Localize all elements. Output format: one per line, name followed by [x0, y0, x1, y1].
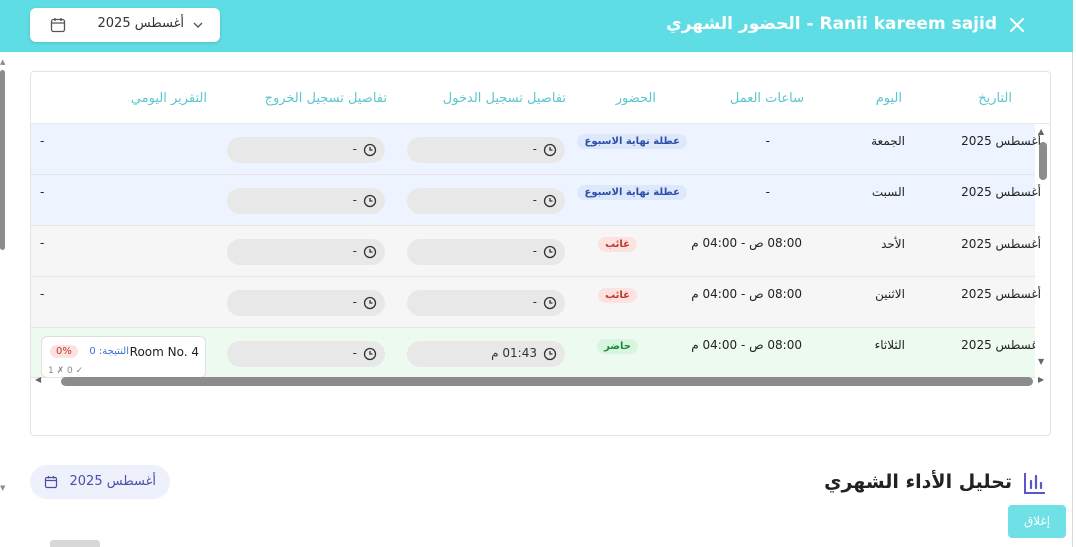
report-cell: -: [40, 287, 45, 301]
content-below-peek: [50, 540, 100, 547]
hours-cell: -: [765, 134, 770, 148]
modal-title: Ranii kareem sajid - الحضور الشهري: [666, 14, 997, 34]
checkout-value: -: [352, 193, 357, 207]
checkin-field[interactable]: -: [407, 290, 565, 316]
report-cell: -: [40, 185, 45, 199]
checkin-value: 01:43 م: [491, 346, 537, 360]
date-cell: أغسطس 2025: [961, 134, 1041, 148]
column-header-checkout: تفاصيل تسجيل الخروج: [264, 91, 387, 106]
column-header-status: الحضور: [615, 91, 656, 106]
attendance-table-card: التاريخ اليوم ساعات العمل الحضور تفاصيل …: [30, 71, 1051, 436]
clock-icon: [543, 245, 557, 259]
checkout-value: -: [352, 244, 357, 258]
day-cell: الثلاثاء: [874, 338, 905, 352]
checkout-field[interactable]: -: [227, 239, 385, 265]
clock-icon: [543, 194, 557, 208]
room-name: Room No. 4: [129, 345, 199, 359]
analysis-title: تحليل الأداء الشهري: [824, 471, 1012, 493]
status-badge: عطلة نهاية الاسبوع: [577, 134, 687, 149]
day-cell: الأحد: [881, 237, 905, 251]
hours-cell: 08:00 ص - 04:00 م: [691, 338, 802, 352]
checkin-value: -: [532, 295, 537, 309]
daily-report-card[interactable]: Room No. 4 النتيجة: 0 0% 1 ✗ 0 ✓: [41, 336, 206, 377]
clock-icon: [543, 143, 557, 157]
table-row: أغسطس 2025 الجمعة - عطلة نهاية الاسبوع -…: [31, 124, 1041, 175]
status-badge: عطلة نهاية الاسبوع: [577, 185, 687, 200]
table-header: التاريخ اليوم ساعات العمل الحضور تفاصيل …: [31, 72, 1050, 124]
clock-icon: [363, 143, 377, 157]
room-percent-badge: 0%: [50, 345, 78, 358]
calendar-icon: [50, 18, 66, 33]
table-row: أغسطس 2025 السبت - عطلة نهاية الاسبوع - …: [31, 175, 1041, 226]
report-cell: -: [40, 236, 45, 250]
clock-icon: [363, 245, 377, 259]
hours-cell: 08:00 ص - 04:00 م: [691, 287, 802, 301]
clock-icon: [543, 296, 557, 310]
clock-icon: [363, 296, 377, 310]
column-header-day: اليوم: [875, 91, 902, 106]
column-header-hours: ساعات العمل: [729, 91, 804, 106]
column-header-date: التاريخ: [978, 91, 1012, 106]
hours-cell: 08:00 ص - 04:00 م: [691, 236, 802, 250]
table-scroll-up-arrow[interactable]: ▲: [1038, 127, 1044, 136]
table-scroll-right-arrow[interactable]: ▶: [1038, 375, 1044, 384]
checkout-field[interactable]: -: [227, 290, 385, 316]
checkout-value: -: [352, 142, 357, 156]
day-cell: الجمعة: [871, 134, 905, 148]
close-button[interactable]: إغلاق: [1008, 505, 1066, 538]
room-result: النتيجة: 0: [89, 346, 129, 357]
column-header-checkin: تفاصيل تسجيل الدخول: [442, 91, 566, 106]
bar-chart-icon: [1024, 473, 1045, 494]
column-header-report: التقرير اليومي: [130, 91, 207, 106]
table-scroll-left-arrow[interactable]: ◀: [35, 375, 41, 384]
date-cell: أغسطس 2025: [961, 338, 1035, 352]
table-scroll-down-arrow[interactable]: ▼: [1038, 357, 1044, 366]
clock-icon: [363, 347, 377, 361]
attendance-modal: Ranii kareem sajid - الحضور الشهري أغسطس…: [0, 0, 1073, 547]
date-cell: أغسطس 2025: [961, 287, 1041, 301]
checkin-field[interactable]: -: [407, 188, 565, 214]
checkin-field[interactable]: 01:43 م: [407, 341, 565, 367]
checkin-value: -: [532, 193, 537, 207]
checkout-value: -: [352, 295, 357, 309]
close-icon-svg: [1010, 18, 1024, 32]
checkout-value: -: [352, 346, 357, 360]
day-cell: السبت: [871, 185, 905, 199]
room-answers-summary: 1 ✗ 0 ✓: [48, 366, 84, 376]
date-cell: أغسطس 2025: [961, 185, 1041, 199]
hours-cell: -: [765, 185, 770, 199]
close-icon[interactable]: [1005, 13, 1029, 37]
date-cell: أغسطس 2025: [961, 237, 1041, 251]
status-badge: غائب: [598, 237, 637, 252]
table-row: أغسطس 2025 الاثنين 08:00 ص - 04:00 م غائ…: [31, 277, 1041, 328]
checkout-field[interactable]: -: [227, 137, 385, 163]
month-picker[interactable]: أغسطس 2025: [30, 8, 220, 42]
checkin-value: -: [532, 142, 537, 156]
report-cell: -: [40, 134, 45, 148]
checkin-field[interactable]: -: [407, 239, 565, 265]
chevron-down-icon: [193, 22, 203, 28]
status-badge: حاضر: [597, 339, 638, 354]
calendar-icon: [44, 476, 58, 489]
clock-icon: [363, 194, 377, 208]
table-row: أغسطس 2025 الأحد 08:00 ص - 04:00 م غائب …: [31, 226, 1041, 277]
table-vertical-scrollbar-thumb[interactable]: [1039, 142, 1047, 180]
table-horizontal-scrollbar-thumb[interactable]: [61, 377, 1033, 386]
clock-icon: [543, 347, 557, 361]
table-row: أغسطس 2025 الثلاثاء 08:00 ص - 04:00 م حا…: [31, 328, 1035, 378]
modal-header: Ranii kareem sajid - الحضور الشهري أغسطس…: [0, 0, 1073, 52]
checkin-field[interactable]: -: [407, 137, 565, 163]
checkout-field[interactable]: -: [227, 341, 385, 367]
day-cell: الاثنين: [875, 287, 905, 301]
analysis-month-picker[interactable]: أغسطس 2025: [30, 465, 170, 499]
checkin-value: -: [532, 244, 537, 258]
month-picker-value: أغسطس 2025: [97, 16, 184, 31]
outer-scrollbar-thumb[interactable]: [0, 70, 5, 250]
outer-scroll-up-arrow[interactable]: ▲: [0, 58, 5, 66]
status-badge: غائب: [598, 288, 637, 303]
checkout-field[interactable]: -: [227, 188, 385, 214]
analysis-month-value: أغسطس 2025: [69, 474, 156, 489]
outer-scroll-down-arrow[interactable]: ▼: [0, 484, 5, 492]
